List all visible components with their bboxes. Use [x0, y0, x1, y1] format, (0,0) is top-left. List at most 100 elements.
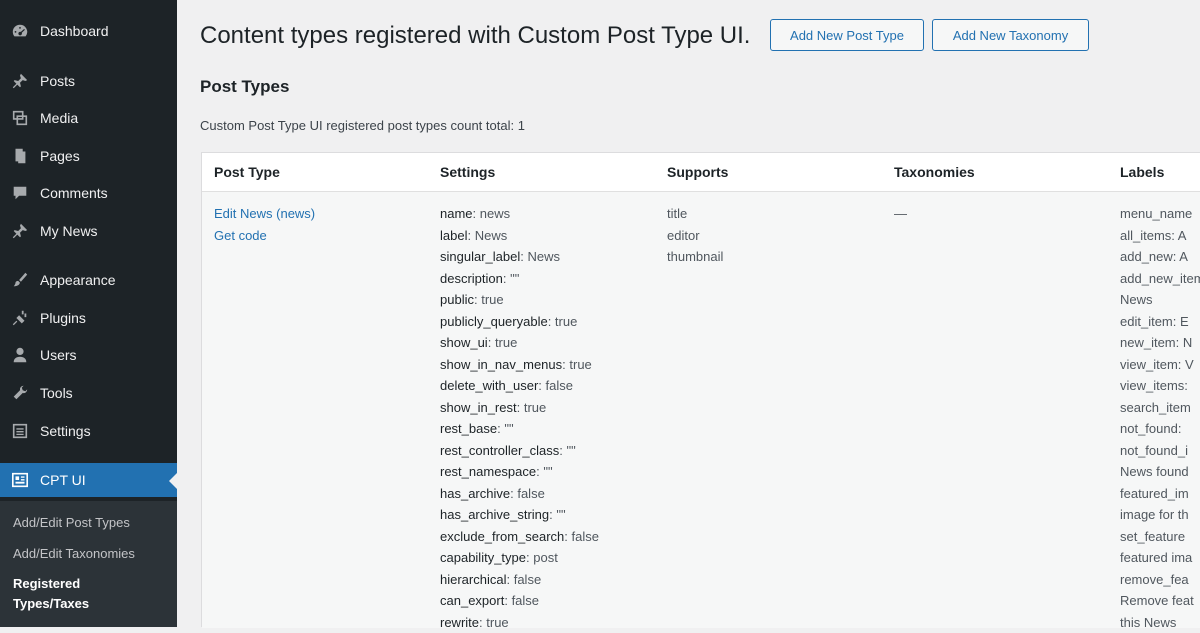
sidebar-item-label: Plugins [40, 310, 86, 326]
column-header-post-type: Post Type [214, 164, 280, 180]
label-line: view_item: V [1120, 354, 1200, 376]
wrench-icon [10, 383, 30, 403]
setting-key: has_archive [440, 486, 510, 501]
label-line: new_item: N [1120, 332, 1200, 354]
pin-icon [10, 221, 30, 241]
sidebar-item-dashboard[interactable]: Dashboard [0, 14, 177, 48]
get-code-link[interactable]: Get code [214, 225, 315, 247]
sidebar-item-media[interactable]: Media [0, 101, 177, 135]
setting-key: label [440, 228, 467, 243]
plug-icon [10, 308, 30, 328]
settings-line: description: "" [440, 268, 599, 290]
settings-line: label: News [440, 225, 599, 247]
settings-line: rest_base: "" [440, 418, 599, 440]
settings-line: public: true [440, 289, 599, 311]
table-header: Post Type Settings Supports Taxonomies L… [202, 153, 1200, 192]
sidebar-item-plugins[interactable]: Plugins [0, 301, 177, 335]
sidebar-item-cpt-ui[interactable]: CPT UI [0, 463, 177, 497]
label-line: edit_item: E [1120, 311, 1200, 333]
setting-value: post [533, 550, 558, 565]
sidebar-item-label: Comments [40, 185, 108, 201]
label-line: all_items: A [1120, 225, 1200, 247]
setting-key: rewrite [440, 615, 479, 630]
submenu-item-add-edit-post-types[interactable]: Add/Edit Post Types [13, 515, 130, 530]
label-line: view_items: [1120, 375, 1200, 397]
cptui-icon [10, 470, 30, 490]
label-line: remove_fea [1120, 569, 1200, 591]
setting-value: false [512, 593, 539, 608]
setting-value: true [569, 357, 591, 372]
setting-value: false [546, 378, 573, 393]
settings-line: delete_with_user: false [440, 375, 599, 397]
sidebar-item-comments[interactable]: Comments [0, 176, 177, 210]
add-new-post-type-button[interactable]: Add New Post Type [770, 19, 924, 51]
settings-line: singular_label: News [440, 246, 599, 268]
settings-line: capability_type: post [440, 547, 599, 569]
admin-sidebar: Dashboard Posts Media Pages Comments My … [0, 0, 177, 627]
setting-key: rest_namespace [440, 464, 536, 479]
supports-item: title [667, 203, 723, 225]
setting-key: singular_label [440, 249, 520, 264]
settings-line: rewrite: true [440, 612, 599, 633]
main-content: Content types registered with Custom Pos… [177, 0, 1200, 627]
setting-key: show_ui [440, 335, 488, 350]
sidebar-item-pages[interactable]: Pages [0, 139, 177, 173]
setting-value: "" [566, 443, 575, 458]
comment-icon [10, 183, 30, 203]
label-line: featured_im [1120, 483, 1200, 505]
sidebar-item-label: Dashboard [40, 23, 109, 39]
setting-value: News [527, 249, 560, 264]
label-line: add_new: A [1120, 246, 1200, 268]
sidebar-item-label: Users [40, 347, 77, 363]
setting-separator: : [488, 335, 495, 350]
sidebar-item-label: Media [40, 110, 78, 126]
label-line: Remove feat [1120, 590, 1200, 612]
submenu-item-registered-types[interactable]: Registered Types/Taxes [13, 574, 123, 614]
label-line: not_found_i [1120, 440, 1200, 462]
setting-value: "" [510, 271, 519, 286]
submenu-item-add-edit-taxonomies[interactable]: Add/Edit Taxonomies [13, 546, 135, 561]
label-line: add_new_item [1120, 268, 1200, 290]
add-new-taxonomy-button[interactable]: Add New Taxonomy [932, 19, 1089, 51]
sidebar-item-label: Pages [40, 148, 80, 164]
settings-line: hierarchical: false [440, 569, 599, 591]
setting-value: false [517, 486, 544, 501]
setting-separator: : [504, 593, 511, 608]
setting-value: true [555, 314, 577, 329]
dashboard-icon [10, 21, 30, 41]
active-menu-arrow [169, 473, 177, 489]
sidebar-item-appearance[interactable]: Appearance [0, 263, 177, 297]
supports-item: editor [667, 225, 723, 247]
setting-value: true [486, 615, 508, 630]
setting-separator: : [538, 378, 545, 393]
label-line: this News [1120, 612, 1200, 633]
column-header-taxonomies: Taxonomies [894, 164, 975, 180]
setting-separator: : [473, 206, 480, 221]
sidebar-item-posts[interactable]: Posts [0, 64, 177, 98]
setting-value: "" [504, 421, 513, 436]
post-type-count: Custom Post Type UI registered post type… [200, 118, 525, 133]
label-line: image for th [1120, 504, 1200, 526]
setting-key: public [440, 292, 474, 307]
settings-line: name: news [440, 203, 599, 225]
setting-value: true [495, 335, 517, 350]
label-line: search_item [1120, 397, 1200, 419]
sidebar-item-tools[interactable]: Tools [0, 376, 177, 410]
sidebar-item-my-news[interactable]: My News [0, 214, 177, 248]
user-icon [10, 345, 30, 365]
sidebar-item-label: Tools [40, 385, 73, 401]
setting-key: publicly_queryable [440, 314, 548, 329]
edit-news-link[interactable]: Edit News (news) [214, 203, 315, 225]
setting-key: capability_type [440, 550, 526, 565]
sidebar-item-label: Appearance [40, 272, 116, 288]
column-header-labels: Labels [1120, 164, 1164, 180]
label-line: News [1120, 289, 1200, 311]
settings-line: rest_controller_class: "" [440, 440, 599, 462]
sidebar-item-users[interactable]: Users [0, 338, 177, 372]
label-line: News found [1120, 461, 1200, 483]
setting-key: show_in_nav_menus [440, 357, 562, 372]
post-types-table: Post Type Settings Supports Taxonomies L… [201, 152, 1200, 627]
settings-icon [10, 421, 30, 441]
label-line: set_feature [1120, 526, 1200, 548]
sidebar-item-settings[interactable]: Settings [0, 414, 177, 448]
